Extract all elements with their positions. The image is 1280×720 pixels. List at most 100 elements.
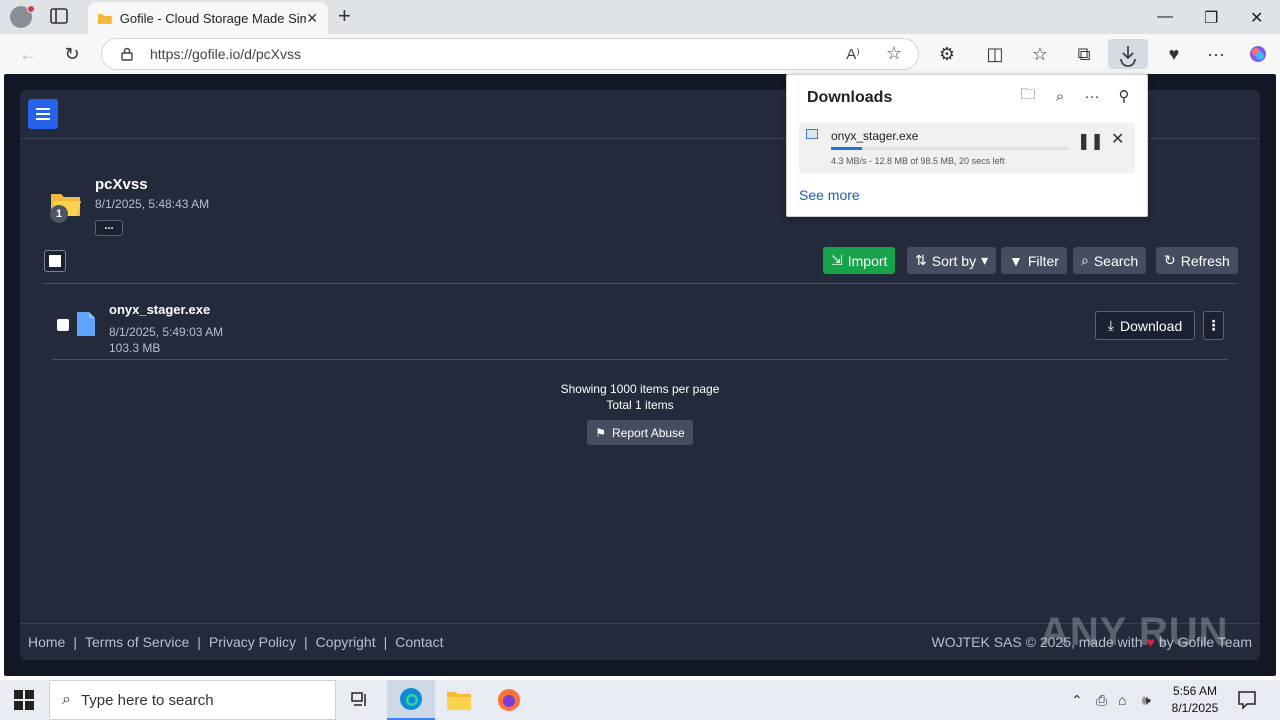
download-label: Download [1119, 317, 1183, 334]
filter-label: Filter [1027, 252, 1059, 269]
favorite-star-icon[interactable]: ☆ [886, 43, 902, 64]
tray-overflow-icon[interactable]: ⌃ [1071, 692, 1083, 709]
footer-separator: | [197, 634, 201, 650]
taskbar-search[interactable]: ⌕ Type here to search [49, 680, 336, 720]
refresh-button[interactable]: ↻ Refresh [1156, 247, 1238, 274]
downloads-toolbar-button[interactable] [1108, 39, 1148, 69]
downloads-panel: Downloads 🗀 ⌕ ··· ⚲ onyx_stager.exe 4.3 … [786, 74, 1148, 217]
clock-time: 5:56 AM [1172, 684, 1218, 698]
taskbar: ⌕ Type here to search ⌃ ⎙ ⌂ 🕪 5:56 AM 8/… [0, 680, 1280, 720]
footer-separator: | [73, 634, 77, 650]
network-icon[interactable]: ⌂ [1118, 692, 1126, 708]
download-progress-fill [831, 147, 862, 150]
cancel-download-icon[interactable]: ✕ [1111, 129, 1124, 149]
menu-button[interactable] [28, 99, 58, 129]
minimize-icon[interactable]: — [1157, 8, 1173, 26]
download-icon: ⤓ [1107, 317, 1114, 333]
extensions-icon[interactable]: ⚙ [935, 42, 959, 66]
profile-notification-dot [27, 5, 35, 13]
read-aloud-icon[interactable]: A⁾ [846, 45, 860, 63]
import-icon: ⇲ [831, 252, 843, 268]
window-close-icon[interactable]: ✕ [1250, 8, 1263, 28]
volume-icon[interactable]: 🕪 [1142, 692, 1151, 709]
restore-icon[interactable]: ❐ [1204, 8, 1218, 28]
file-name[interactable]: onyx_stager.exe [109, 302, 210, 317]
footer-link-copyright[interactable]: Copyright [316, 634, 376, 650]
filter-button[interactable]: ▼ Filter [1001, 247, 1067, 274]
collections-icon[interactable]: ⧉ [1072, 42, 1096, 66]
reload-icon[interactable]: ↻ [60, 42, 84, 66]
edge-taskbar-icon[interactable] [387, 680, 435, 720]
filter-icon: ▼ [1009, 252, 1023, 269]
more-options-icon[interactable]: ··· [1083, 87, 1101, 105]
lock-icon[interactable] [120, 47, 134, 61]
file-size: 103.3 MB [109, 341, 161, 355]
see-more-link[interactable]: See more [799, 187, 860, 203]
file-checkbox[interactable] [57, 319, 69, 331]
file-options-button[interactable]: ⋮ [1203, 311, 1224, 340]
tab-actions-icon[interactable] [50, 8, 68, 24]
tray-device-icon[interactable]: ⎙ [1096, 692, 1107, 709]
folder-item-count-badge: 1 [50, 205, 68, 223]
report-abuse-label: Report Abuse [612, 425, 685, 440]
browser-essentials-icon[interactable]: ♥ [1162, 42, 1186, 66]
back-icon[interactable]: ← [16, 42, 40, 66]
flag-icon: ⚑ [595, 425, 607, 440]
sort-by-button[interactable]: ⇅ Sort by ▾ [907, 247, 997, 274]
taskbar-clock[interactable]: 5:56 AM 8/1/2025 [1165, 683, 1225, 717]
search-icon: ⌕ [1081, 252, 1089, 268]
settings-more-icon[interactable]: ··· [1204, 42, 1228, 66]
folder-more-button[interactable]: ... [95, 220, 123, 236]
footer-link-home[interactable]: Home [28, 634, 65, 650]
pin-icon[interactable]: ⚲ [1115, 87, 1133, 105]
open-folder-icon[interactable]: 🗀 [1019, 86, 1037, 105]
notifications-icon[interactable] [1237, 690, 1257, 710]
copilot-icon[interactable] [1246, 42, 1270, 66]
refresh-icon: ↻ [1164, 252, 1176, 268]
file-icon [77, 312, 95, 336]
row-divider [52, 359, 1228, 360]
caret-down-icon: ▾ [981, 252, 989, 268]
favorites-icon[interactable]: ☆ [1028, 42, 1052, 66]
download-file-name[interactable]: onyx_stager.exe [831, 129, 918, 143]
windows-start-icon[interactable] [14, 690, 34, 710]
download-status: 4.3 MB/s - 12.8 MB of 98.5 MB, 20 secs l… [831, 156, 1005, 166]
tab-close-icon[interactable]: ✕ [306, 10, 318, 27]
report-abuse-button[interactable]: ⚑ Report Abuse [587, 420, 693, 445]
file-download-button[interactable]: ⤓ Download [1095, 311, 1195, 340]
search-button[interactable]: ⌕ Search [1073, 247, 1147, 274]
sort-label: Sort by [931, 252, 977, 269]
import-label: Import [847, 252, 888, 269]
import-button[interactable]: ⇲ Import [823, 247, 896, 274]
footer-link-terms[interactable]: Terms of Service [85, 634, 189, 650]
firefox-icon[interactable] [485, 680, 533, 720]
clock-date: 8/1/2025 [1171, 701, 1219, 715]
hamburger-icon [36, 108, 50, 120]
folder-date: 8/1/2025, 5:48:43 AM [95, 197, 210, 211]
folder-name: pcXvss [95, 176, 148, 193]
select-all-checkbox[interactable] [44, 250, 66, 272]
search-label: Search [1093, 252, 1139, 269]
active-tab[interactable]: Gofile - Cloud Storage Made Simple ✕ [88, 2, 328, 34]
url-text: https://gofile.io/d/pcXvss [150, 46, 301, 62]
exe-file-icon [806, 129, 818, 139]
split-screen-icon[interactable]: ◫ [983, 42, 1007, 66]
search-downloads-icon[interactable]: ⌕ [1051, 87, 1069, 105]
footer-links: Home | Terms of Service | Privacy Policy… [28, 634, 443, 650]
browser-tab-bar: Gofile - Cloud Storage Made Simple ✕ + —… [0, 0, 1280, 34]
download-item[interactable]: onyx_stager.exe 4.3 MB/s - 12.8 MB of 98… [799, 123, 1135, 173]
refresh-label: Refresh [1180, 252, 1230, 269]
new-tab-icon[interactable]: + [338, 5, 351, 27]
downloads-actions: 🗀 ⌕ ··· ⚲ [1019, 86, 1133, 106]
file-explorer-icon[interactable] [435, 680, 483, 720]
file-date: 8/1/2025, 5:49:03 AM [109, 325, 224, 339]
address-bar[interactable]: https://gofile.io/d/pcXvss A⁾ ☆ [101, 38, 919, 70]
sort-icon: ⇅ [915, 252, 927, 268]
footer-link-contact[interactable]: Contact [395, 634, 443, 650]
downloads-title: Downloads [807, 89, 893, 106]
pause-icon[interactable]: ❚❚ [1077, 131, 1104, 151]
task-view-icon[interactable] [336, 680, 384, 720]
download-progress-bar [831, 147, 1069, 150]
footer-separator: | [383, 634, 388, 650]
footer-link-privacy[interactable]: Privacy Policy [209, 634, 296, 650]
